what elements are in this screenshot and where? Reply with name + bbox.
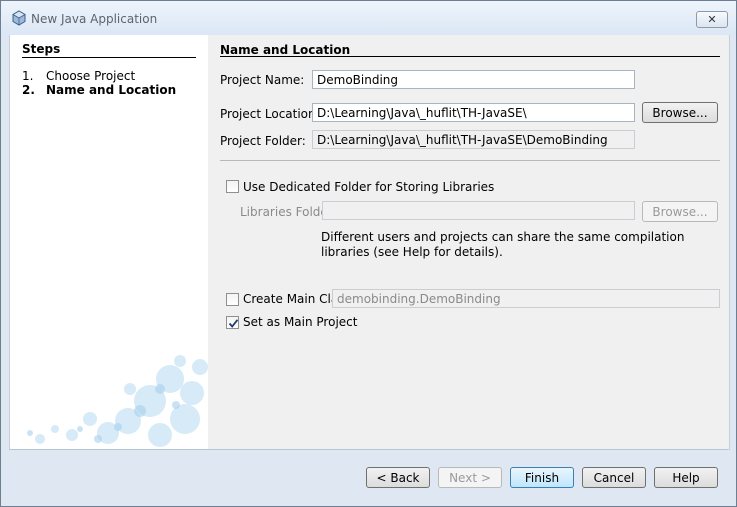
project-name-input[interactable]: DemoBinding [312,70,635,89]
back-button[interactable]: < Back [366,467,430,488]
steps-panel: Steps 1. Choose Project 2. Name and Locati… [10,35,208,449]
steps-divider [22,57,196,58]
dedicated-folder-checkbox[interactable] [226,180,239,193]
project-folder-field: D:\Learning\Java\_huflit\TH-JavaSE\DemoB… [312,130,635,149]
libraries-folder-input [322,201,635,220]
close-button[interactable]: ✕ [696,11,728,28]
main-panel: Name and Location Project Name: DemoBind… [208,35,729,449]
step-number: 1. [22,69,34,83]
project-folder-label: Project Folder: [220,134,306,148]
main-class-input: demobinding.DemoBinding [332,289,720,308]
dialog-window: New Java Application ✕ Steps 1. Choose Pr… [0,0,737,507]
steps-heading: Steps [22,42,61,56]
wizard-body: Steps 1. Choose Project 2. Name and Locati… [9,35,730,450]
step-choose-project: 1. Choose Project [22,69,135,83]
step-number: 2. [22,83,35,97]
dedicated-folder-label[interactable]: Use Dedicated Folder for Storing Librari… [243,180,494,194]
note-line: libraries (see Help for details). [321,245,503,259]
java-project-icon [12,10,26,26]
window-title: New Java Application [31,12,158,26]
note-line: Different users and projects can share t… [321,230,685,244]
section-heading: Name and Location [220,43,351,57]
title-bar[interactable]: New Java Application ✕ [1,1,736,35]
checkmark-icon [228,319,239,328]
create-main-class-checkbox[interactable] [226,293,239,306]
section-divider [220,56,720,57]
help-button[interactable]: Help [654,467,718,488]
project-location-input[interactable]: D:\Learning\Java\_huflit\TH-JavaSE\ [312,103,635,122]
footer-divider [9,449,728,450]
next-button: Next > [438,467,502,488]
cancel-button[interactable]: Cancel [582,467,646,488]
step-name-and-location: 2. Name and Location [22,83,176,97]
browse-location-button[interactable]: Browse... [642,102,718,123]
step-label: Choose Project [46,69,136,83]
set-main-project-label[interactable]: Set as Main Project [243,315,357,329]
set-main-project-checkbox[interactable] [226,316,239,329]
decorative-bubbles-image [27,355,208,447]
step-label: Name and Location [46,83,177,97]
separator [220,160,720,161]
finish-button[interactable]: Finish [510,467,574,488]
project-location-label: Project Location: [220,107,320,121]
browse-libraries-button: Browse... [642,201,718,222]
close-icon: ✕ [707,13,717,26]
project-name-label: Project Name: [220,73,305,87]
libraries-help-note: Different users and projects can share t… [321,230,684,260]
